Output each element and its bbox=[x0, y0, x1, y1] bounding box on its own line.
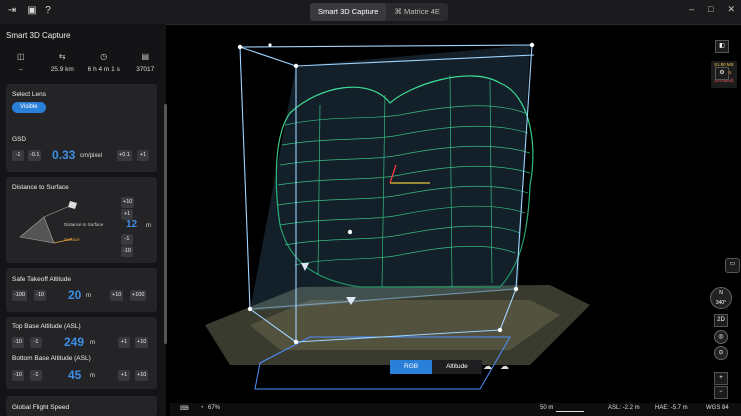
clock-icon: ◷ bbox=[100, 52, 108, 61]
diagram-distance-label: Distance to Surface bbox=[64, 222, 104, 227]
top-base-minus-1-button[interactable]: -1 bbox=[30, 337, 42, 348]
scene-graphics bbox=[205, 42, 590, 390]
gsd-card: GSD -1 -0.1 0.33 cm/pixel +0.1 +1 bbox=[6, 130, 157, 172]
top-bar: ⇥ ▣ ? Smart 3D Capture ⌘ Matrice 4E – □ … bbox=[0, 0, 741, 25]
comment-icon[interactable]: ▭ bbox=[725, 258, 740, 273]
ruler-icon: ◫ bbox=[16, 52, 25, 61]
top-base-plus-1-button[interactable]: +1 bbox=[118, 337, 130, 348]
view-2d-button[interactable]: 2D bbox=[714, 314, 728, 327]
global-speed-card: Global Flight Speed bbox=[6, 396, 157, 416]
maximize-button[interactable]: □ bbox=[708, 4, 713, 15]
takeoff-minus-100-button[interactable]: -100 bbox=[12, 290, 28, 301]
tab-matrice-label: Matrice 4E bbox=[404, 7, 440, 16]
distance-icon: ⇆ bbox=[58, 52, 66, 61]
takeoff-value: 20 bbox=[68, 288, 82, 302]
cloud-upload-icon[interactable]: ☁ bbox=[500, 361, 509, 372]
3d-viewport[interactable]: 51.80 MS 20 FPS (throttled) ◧ ⚙ ▭ N 340°… bbox=[170, 25, 741, 403]
tab-matrice-4e[interactable]: ⌘ Matrice 4E bbox=[386, 3, 447, 21]
lens-visible-button[interactable]: Visible bbox=[12, 102, 46, 113]
bottom-base-value: 45 bbox=[68, 368, 82, 382]
takeoff-label: Safe Takeoff Altitude bbox=[12, 276, 72, 283]
takeoff-card: Safe Takeoff Altitude -100 -10 20 m +10 … bbox=[6, 268, 157, 312]
mode-tabs: Smart 3D Capture ⌘ Matrice 4E bbox=[310, 3, 448, 21]
panel-title: Smart 3D Capture bbox=[6, 31, 71, 40]
altitude-toggle-button[interactable]: Altitude bbox=[432, 360, 482, 374]
gsd-plus-1-button[interactable]: +1 bbox=[137, 150, 149, 161]
bottom-base-plus-1-button[interactable]: +1 bbox=[118, 370, 130, 381]
layer-toggle-icon[interactable]: ◧ bbox=[715, 40, 729, 53]
bottom-base-minus-1-button[interactable]: -1 bbox=[30, 370, 42, 381]
bottom-base-plus-10-button[interactable]: +10 bbox=[135, 370, 149, 381]
stat-value: -- bbox=[18, 66, 23, 73]
gsd-value: 0.33 bbox=[52, 148, 76, 162]
exit-icon[interactable]: ⇥ bbox=[6, 5, 18, 17]
top-base-plus-10-button[interactable]: +10 bbox=[135, 337, 149, 348]
distance-minus-10-button[interactable]: -10 bbox=[121, 246, 133, 257]
cloud-refresh-icon[interactable]: ☁ bbox=[483, 361, 492, 372]
bottom-base-unit: m bbox=[90, 373, 95, 379]
keyboard-icon[interactable]: ⌨ bbox=[180, 405, 189, 412]
minimize-button[interactable]: – bbox=[689, 4, 694, 15]
scale-bar: 50 m bbox=[540, 405, 554, 411]
distance-label: Distance to Surface bbox=[12, 184, 69, 191]
bottom-base-minus-10-button[interactable]: -10 bbox=[12, 370, 24, 381]
gsd-unit: cm/pixel bbox=[80, 153, 103, 159]
top-base-minus-10-button[interactable]: -10 bbox=[12, 337, 24, 348]
distance-unit: m bbox=[146, 223, 151, 229]
distance-value: 12 bbox=[126, 219, 138, 230]
takeoff-plus-100-button[interactable]: +100 bbox=[130, 290, 147, 301]
stat-value: 37017 bbox=[136, 66, 155, 73]
zoom-in-button[interactable]: + bbox=[714, 372, 728, 385]
stat-value: 6 h 4 m 1 s bbox=[87, 66, 120, 73]
compass-letter: N bbox=[719, 290, 723, 296]
scale-line bbox=[556, 409, 584, 412]
help-icon[interactable]: ? bbox=[42, 5, 54, 17]
tab-smart-3d-capture[interactable]: Smart 3D Capture bbox=[310, 3, 387, 21]
settings-gear-icon[interactable]: ⚙ bbox=[715, 67, 729, 80]
signal-icon: ◔ bbox=[200, 405, 204, 411]
takeoff-plus-10-button[interactable]: +10 bbox=[110, 290, 124, 301]
diagram-surface-label: Surface bbox=[64, 237, 80, 242]
photo-count-icon: ▤ bbox=[141, 52, 150, 61]
reset-view-icon[interactable]: ◎ bbox=[714, 330, 728, 344]
gsd-plus-01-button[interactable]: +0.1 bbox=[117, 150, 132, 161]
capture-box bbox=[250, 45, 530, 311]
compass-heading: 340° bbox=[715, 300, 727, 306]
save-icon[interactable]: ▣ bbox=[26, 5, 38, 17]
distance-plus-10-button[interactable]: +10 bbox=[121, 197, 135, 208]
top-base-label: Top Base Altitude (ASL) bbox=[12, 323, 81, 330]
stat-value: 25.9 km bbox=[50, 66, 74, 73]
gsd-label: GSD bbox=[12, 136, 27, 143]
takeoff-minus-10-button[interactable]: -10 bbox=[34, 290, 46, 301]
compass-button[interactable]: N 340° bbox=[710, 287, 732, 309]
bottom-base-label: Bottom Base Altitude (ASL) bbox=[12, 355, 91, 362]
panel-scrollbar[interactable] bbox=[164, 104, 167, 344]
settings-panel: Smart 3D Capture ◫ -- ⇆ 25.9 km ◷ 6 h 4 m 1… bbox=[0, 24, 167, 416]
close-button[interactable]: ✕ bbox=[727, 4, 735, 15]
distance-minus-1-button[interactable]: -1 bbox=[121, 234, 133, 245]
top-base-unit: m bbox=[90, 340, 95, 346]
lens-toggle: RGB Altitude bbox=[390, 360, 482, 374]
drone-mini-icon bbox=[68, 201, 77, 209]
drone-icon: ⌘ bbox=[394, 7, 405, 16]
hae-readout: HAE: -5.7 m bbox=[655, 405, 688, 411]
gsd-minus-01-button[interactable]: -0.1 bbox=[28, 150, 42, 161]
datum-readout: WGS 84 bbox=[706, 405, 729, 411]
asl-readout: ASL: -2.2 m bbox=[608, 405, 640, 411]
takeoff-unit: m bbox=[86, 293, 91, 299]
zoom-level: 67% bbox=[208, 405, 221, 411]
zoom-out-button[interactable]: − bbox=[714, 386, 728, 399]
distance-card: Distance to Surface Distance to Surface … bbox=[6, 177, 157, 263]
gsd-minus-1-button[interactable]: -1 bbox=[12, 150, 24, 161]
lens-label: Select Lens bbox=[12, 91, 46, 98]
global-speed-label: Global Flight Speed bbox=[12, 404, 70, 411]
locate-icon[interactable]: ⊙ bbox=[714, 346, 728, 360]
status-bar: ⌨ ◔ 67% 50 m ASL: -2.2 m HAE: -5.7 m WGS… bbox=[170, 403, 741, 416]
top-base-value: 249 bbox=[64, 335, 85, 349]
base-altitude-card: Top Base Altitude (ASL) -10 -1 249 m +1 … bbox=[6, 317, 157, 389]
rgb-toggle-button[interactable]: RGB bbox=[390, 360, 433, 374]
